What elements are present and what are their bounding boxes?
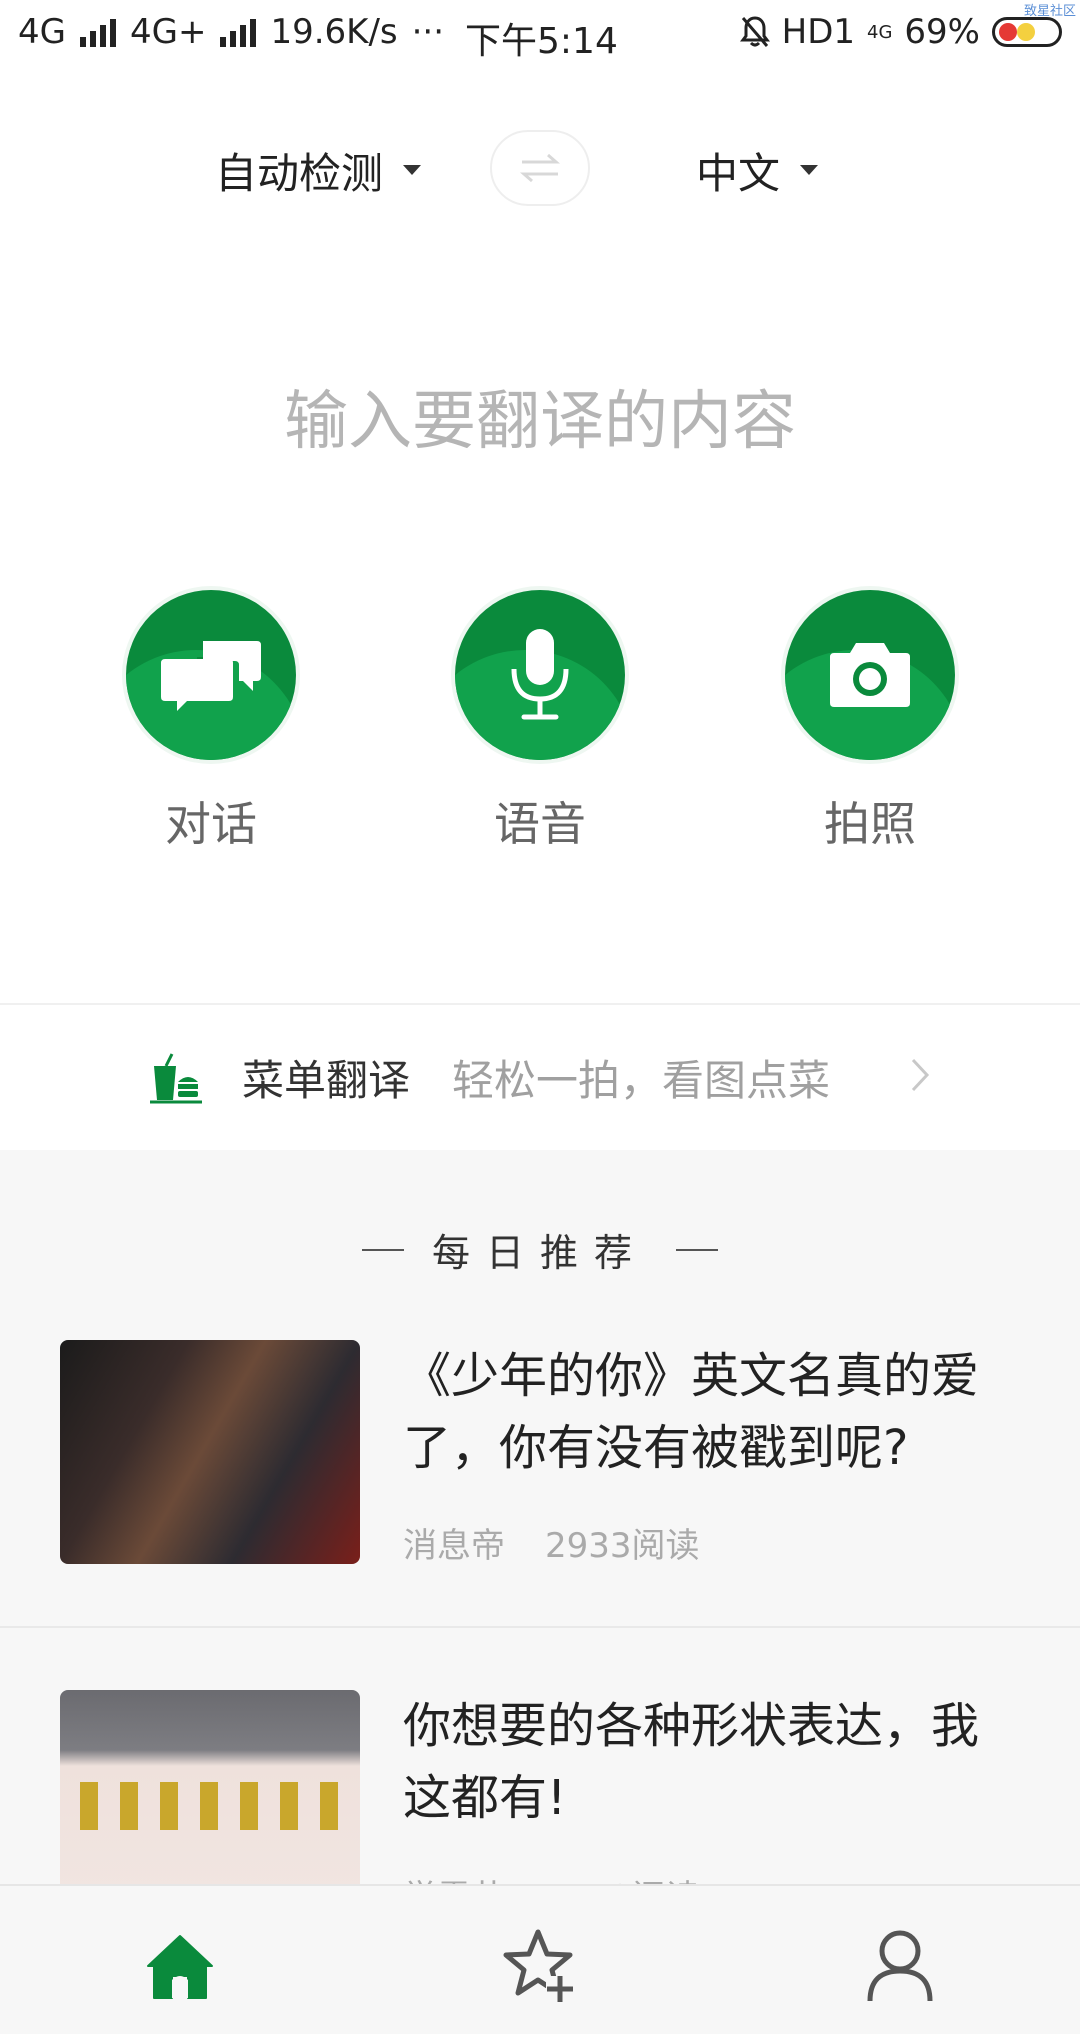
voice-button[interactable]: 语音	[455, 590, 625, 854]
conversation-circle[interactable]	[126, 590, 296, 760]
status-right: HD1 4G 69%	[739, 12, 1062, 52]
battery-icon	[992, 17, 1062, 47]
article-reads: 3159阅读	[545, 1870, 700, 1884]
person-icon	[867, 1930, 933, 2002]
hd-label: HD1	[781, 12, 856, 52]
status-time: 下午5:14	[465, 21, 618, 62]
language-bar: 自动检测 中文	[0, 130, 1080, 210]
home-icon	[147, 1935, 213, 1999]
network-label-2: 4G+	[129, 12, 207, 52]
signal-icon-2	[220, 17, 257, 47]
photo-label: 拍照	[824, 797, 916, 851]
divider	[361, 1248, 404, 1251]
bottom-navigation	[0, 1884, 1080, 2034]
battery-percent: 69%	[904, 12, 980, 52]
menu-translate-banner[interactable]: 菜单翻译 轻松一拍，看图点菜	[0, 1005, 1080, 1150]
status-left: 4G 4G+ 19.6K/s ···	[18, 12, 444, 52]
dropdown-caret-icon	[403, 165, 422, 175]
more-dots: ···	[411, 12, 445, 52]
article-meta: 消息帝 2933阅读	[403, 1518, 700, 1567]
article-reads: 2933阅读	[545, 1526, 700, 1566]
article-thumbnail[interactable]	[60, 1690, 360, 1884]
source-language-label: 自动检测	[215, 148, 384, 198]
voice-circle[interactable]	[455, 590, 625, 760]
voice-label: 语音	[494, 797, 586, 851]
source-language-selector[interactable]: 自动检测	[215, 130, 422, 210]
network-speed: 19.6K/s	[270, 12, 398, 52]
camera-icon	[830, 643, 910, 707]
menu-translate-title: 菜单翻译	[242, 1056, 411, 1105]
target-language-selector[interactable]: 中文	[696, 130, 819, 210]
conversation-button[interactable]: 对话	[126, 590, 296, 854]
swap-arrows-icon	[520, 153, 560, 183]
translate-input[interactable]: 输入要翻译的内容	[0, 370, 1080, 462]
nav-favorites[interactable]	[500, 1926, 580, 2006]
conversation-label: 对话	[165, 797, 257, 851]
target-language-label: 中文	[696, 148, 781, 198]
network-label: 4G	[18, 12, 66, 52]
section-title: 每日推荐	[431, 1231, 648, 1275]
menu-translate-subtitle: 轻松一拍，看图点菜	[452, 1056, 831, 1105]
star-plus-icon	[503, 1929, 576, 2002]
article-source: 学霸节	[403, 1870, 505, 1884]
section-header: 每日推荐	[0, 1222, 1080, 1277]
photo-circle[interactable]	[785, 590, 955, 760]
article-title[interactable]: 《少年的你》英文名真的爱了，你有没有被戳到呢?	[403, 1340, 1023, 1484]
thumbnail-windows	[60, 1782, 360, 1842]
article-thumbnail[interactable]	[60, 1340, 360, 1564]
article-meta: 学霸节 3159阅读	[403, 1870, 700, 1884]
status-bar: 4G 4G+ 19.6K/s ··· 下午5:14 HD1 4G 69% 致星社…	[0, 0, 1080, 76]
bell-off-icon	[739, 16, 770, 47]
watermark: 致星社区	[1023, 4, 1076, 19]
daily-recommendation-section: 每日推荐 《少年的你》英文名真的爱了，你有没有被戳到呢? 消息帝 2933阅读 …	[0, 1150, 1080, 1884]
photo-button[interactable]: 拍照	[785, 590, 955, 854]
menu-food-icon	[148, 1050, 204, 1106]
nav-profile[interactable]	[860, 1926, 940, 2006]
dropdown-caret-icon	[800, 165, 819, 175]
article-source: 消息帝	[403, 1526, 505, 1566]
microphone-icon	[511, 629, 569, 720]
divider	[0, 1626, 1080, 1628]
article-title[interactable]: 你想要的各种形状表达，我这都有!	[403, 1690, 1023, 1834]
signal-icon	[79, 17, 116, 47]
chevron-right-icon	[911, 1058, 930, 1092]
network-label-3: 4G	[867, 21, 893, 43]
divider	[676, 1248, 718, 1251]
swap-languages-button[interactable]	[490, 130, 590, 206]
nav-home[interactable]	[140, 1926, 220, 2006]
chat-bubbles-icon	[161, 641, 261, 711]
